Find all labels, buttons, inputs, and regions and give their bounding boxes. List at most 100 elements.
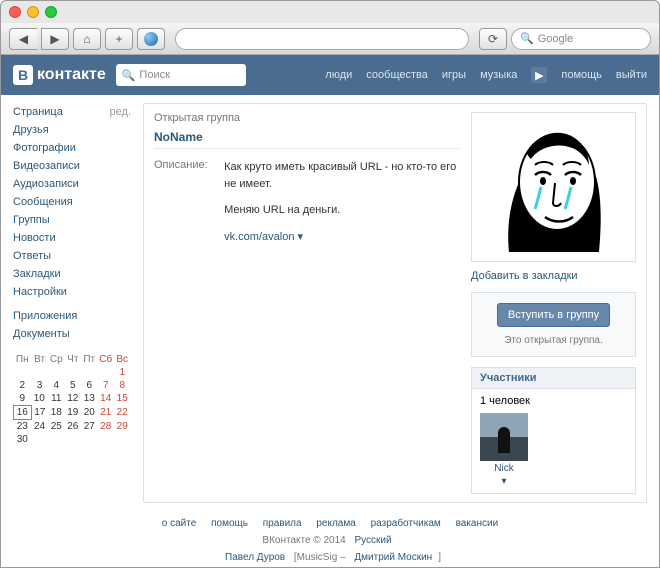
calendar-day[interactable]: 7 [97,379,113,392]
footer-copyright: ВКонтакте © 2014 [262,535,345,546]
member-name: Nick [480,463,528,474]
search-icon: 🔍 [122,69,136,82]
sidebar-item-settings[interactable]: Настройки [13,286,67,298]
search-icon: 🔍 [520,32,534,45]
calendar-day[interactable]: 29 [114,420,131,434]
calendar-day [97,366,113,379]
browser-search[interactable]: 🔍 Google [511,28,651,50]
vk-logo-badge: B [13,65,33,85]
calendar-day[interactable]: 8 [114,379,131,392]
reload-button[interactable]: ⟳ [479,28,507,50]
calendar-day [14,366,32,379]
nav-communities[interactable]: сообщества [366,69,428,81]
sidebar-item-videos[interactable]: Видеозаписи [13,160,80,172]
sidebar-item-answers[interactable]: Ответы [13,250,51,262]
calendar-day[interactable]: 2 [14,379,32,392]
add-button[interactable]: + [105,28,133,50]
calendar-day[interactable]: 9 [14,392,32,406]
footer-rules[interactable]: правила [263,518,302,529]
calendar-day[interactable]: 1 [114,366,131,379]
group-url[interactable]: vk.com/avalon ▾ [224,231,303,243]
nav-help[interactable]: помощь [561,69,602,81]
footer-jobs[interactable]: вакансии [456,518,499,529]
calendar-day [48,433,64,446]
calendar-day[interactable]: 10 [31,392,48,406]
vk-logo[interactable]: B контакте [13,65,106,85]
sidebar-item-page[interactable]: Страница [13,106,63,118]
sidebar-item-audio[interactable]: Аудиозаписи [13,178,79,190]
calendar-day[interactable]: 21 [97,406,113,420]
calendar-day [31,433,48,446]
calendar-day[interactable]: 30 [14,433,32,446]
calendar-day[interactable]: 4 [48,379,64,392]
forward-button[interactable]: ▶ [41,28,69,50]
calendar-day[interactable]: 6 [81,379,97,392]
chevron-down-icon[interactable]: ▾ [480,476,528,487]
desc-label: Описание: [154,159,212,255]
group-avatar[interactable] [471,112,636,262]
footer-ads[interactable]: реклама [316,518,355,529]
vk-search-input[interactable]: 🔍 Поиск [116,64,246,86]
member-item[interactable]: Nick ▾ [480,413,528,487]
sidebar-item-groups[interactable]: Группы [13,214,50,226]
calendar-day[interactable]: 20 [81,406,97,420]
footer-dev[interactable]: разработчикам [371,518,441,529]
calendar-day[interactable]: 15 [114,392,131,406]
nav-logout[interactable]: выйти [616,69,647,81]
window-titlebar [1,1,659,23]
calendar-day[interactable]: 3 [31,379,48,392]
nav-people[interactable]: люди [325,69,352,81]
join-box: Вступить в группу Это открытая группа. [471,292,636,357]
calendar: ПнВтСрЧтПтСбВс12345678910111213141516171… [13,353,131,446]
calendar-day[interactable]: 14 [97,392,113,406]
nav-games[interactable]: игры [442,69,466,81]
calendar-day [97,433,113,446]
nav-music[interactable]: музыка [480,69,517,81]
calendar-day[interactable]: 24 [31,420,48,434]
close-icon[interactable] [9,6,21,18]
url-bar[interactable] [175,28,469,50]
calendar-day[interactable]: 27 [81,420,97,434]
footer-help[interactable]: помощь [211,518,248,529]
sidebar-item-apps[interactable]: Приложения [13,310,77,322]
sidebar-item-news[interactable]: Новости [13,232,56,244]
join-button[interactable]: Вступить в группу [497,303,610,327]
members-header[interactable]: Участники [471,367,636,389]
footer-lang[interactable]: Русский [354,535,391,546]
sidebar-item-messages[interactable]: Сообщения [13,196,73,208]
calendar-day[interactable]: 25 [48,420,64,434]
calendar-day[interactable]: 26 [65,420,81,434]
footer-about[interactable]: о сайте [162,518,197,529]
play-icon[interactable]: ▶ [531,67,547,83]
calendar-day[interactable]: 23 [14,420,32,434]
calendar-day [65,366,81,379]
calendar-day[interactable]: 13 [81,392,97,406]
open-group-note: Это открытая группа. [482,335,625,346]
desc-line-1: Как круто иметь красивый URL - но кто-то… [224,159,459,192]
footer: о сайте помощь правила реклама разработч… [1,509,659,567]
zoom-icon[interactable] [45,6,57,18]
calendar-day[interactable]: 28 [97,420,113,434]
calendar-day[interactable]: 18 [48,406,64,420]
minimize-icon[interactable] [27,6,39,18]
back-button[interactable]: ◀ [9,28,37,50]
sidebar-item-photos[interactable]: Фотографии [13,142,76,154]
calendar-day[interactable]: 19 [65,406,81,420]
sidebar-item-bookmarks[interactable]: Закладки [13,268,61,280]
sidebar-item-friends[interactable]: Друзья [13,124,49,136]
sidebar-edit[interactable]: ред. [110,106,131,118]
calendar-day[interactable]: 22 [114,406,131,420]
bookmarks-button[interactable] [137,28,165,50]
calendar-day[interactable]: 17 [31,406,48,420]
footer-credit-2[interactable]: Дмитрий Москин [354,552,432,563]
vk-header: B контакте 🔍 Поиск люди сообщества игры … [1,55,659,95]
bookmark-link[interactable]: Добавить в закладки [471,270,636,282]
footer-credit-1[interactable]: Павел Дуров [225,552,285,563]
calendar-day[interactable]: 16 [14,406,32,420]
sidebar-item-docs[interactable]: Документы [13,328,70,340]
search-placeholder: Google [538,33,573,45]
calendar-day[interactable]: 12 [65,392,81,406]
home-button[interactable]: ⌂ [73,28,101,50]
calendar-day[interactable]: 5 [65,379,81,392]
calendar-day[interactable]: 11 [48,392,64,406]
